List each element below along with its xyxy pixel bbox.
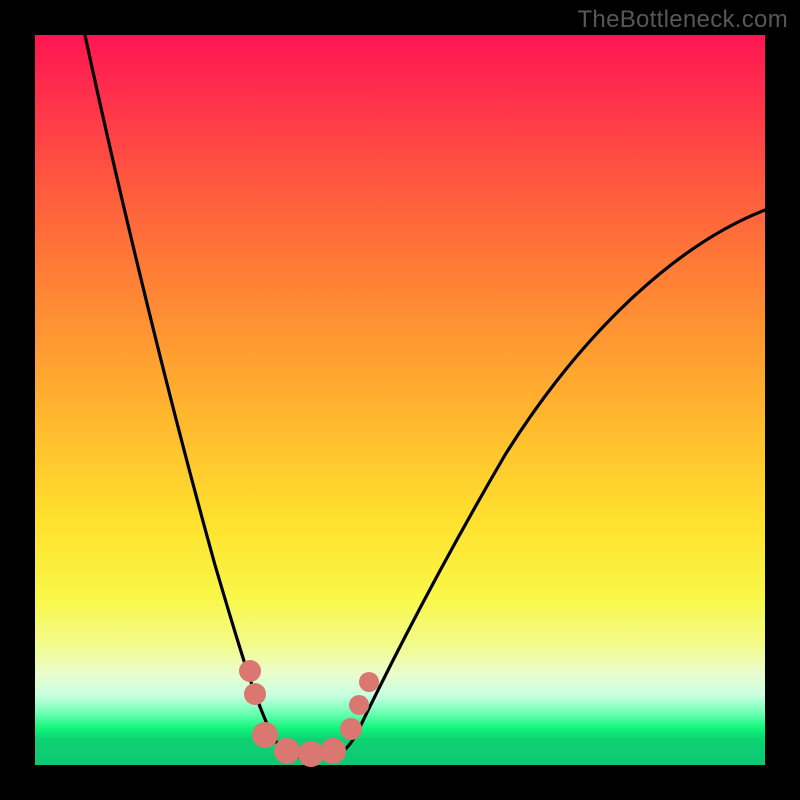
watermark-text: TheBottleneck.com <box>577 6 788 34</box>
bottleneck-curve <box>85 35 765 757</box>
highlight-beads <box>239 660 379 767</box>
plot-area <box>35 35 765 765</box>
outer-frame: TheBottleneck.com <box>0 0 800 800</box>
curve-layer <box>35 35 765 765</box>
